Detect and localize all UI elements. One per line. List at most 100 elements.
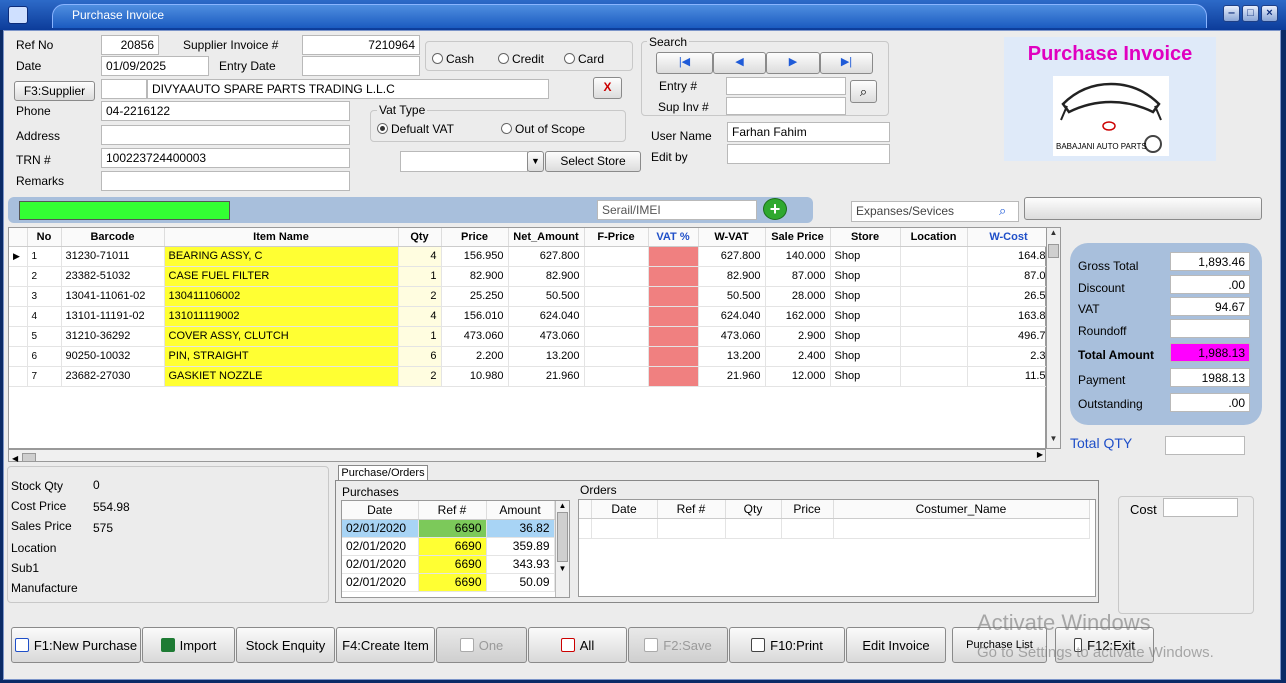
cell-vat-[interactable] bbox=[648, 326, 699, 347]
cell-w-vat[interactable]: 473.060 bbox=[698, 326, 766, 347]
supplier-name-field[interactable]: DIVYAAUTO SPARE PARTS TRADING L.L.C bbox=[147, 79, 549, 99]
cell-net-amount[interactable]: 50.500 bbox=[508, 286, 585, 307]
edit-invoice-button[interactable]: Edit Invoice bbox=[846, 627, 946, 663]
column-header[interactable]: Qty bbox=[398, 228, 442, 247]
cell-qty[interactable]: 6 bbox=[398, 346, 442, 367]
table-row[interactable]: 2 23382-51032 CASE FUEL FILTER 1 82.900 82.90… bbox=[9, 266, 1051, 287]
default-vat-radio[interactable]: Defualt VAT bbox=[377, 122, 454, 136]
cell-price[interactable]: 10.980 bbox=[441, 366, 509, 387]
cell-location[interactable] bbox=[900, 306, 968, 327]
cell-w-vat[interactable]: 13.200 bbox=[698, 346, 766, 367]
column-header[interactable]: No bbox=[27, 228, 62, 247]
column-header[interactable]: W-VAT bbox=[698, 228, 766, 247]
cell-barcode[interactable]: 23382-51032 bbox=[61, 266, 165, 287]
grid-vertical-scrollbar[interactable]: ▲ ▼ bbox=[1046, 227, 1061, 449]
row-selector[interactable] bbox=[9, 366, 28, 387]
purchases-cell[interactable]: 6690 bbox=[418, 573, 487, 592]
cell-price[interactable]: 156.950 bbox=[441, 246, 509, 267]
cell-price[interactable]: 2.200 bbox=[441, 346, 509, 367]
purchases-cell[interactable]: 6690 bbox=[418, 519, 487, 538]
cell-sale-price[interactable]: 28.000 bbox=[765, 286, 831, 307]
first-record-icon[interactable]: |◀ bbox=[656, 52, 713, 74]
cell-store[interactable]: Shop bbox=[830, 346, 901, 367]
scroll-right-icon[interactable]: ▶ bbox=[1037, 450, 1043, 459]
total-qty-field[interactable] bbox=[1165, 436, 1245, 455]
purchases-row[interactable]: 02/01/2020 6690 50.09 bbox=[342, 573, 555, 592]
table-row[interactable]: 4 13101-11191-02 131011119002 4 156.010 624.0… bbox=[9, 306, 1051, 327]
minimize-icon[interactable]: ‒ bbox=[1223, 5, 1240, 22]
column-header[interactable]: W-Cost bbox=[967, 228, 1051, 247]
items-grid[interactable]: No Barcode Item Name Qty Price Net_Amount F-Pr… bbox=[8, 227, 1051, 449]
roundoff-field[interactable] bbox=[1170, 319, 1250, 338]
purchases-cell[interactable]: 6690 bbox=[418, 555, 487, 574]
previous-record-icon[interactable]: ◀ bbox=[713, 52, 766, 74]
cell-price[interactable]: 473.060 bbox=[441, 326, 509, 347]
cell-w-cost[interactable]: 496.7 bbox=[967, 326, 1051, 347]
orders-grid[interactable]: Date Ref # Qty Price Costumer_Name bbox=[578, 499, 1096, 597]
row-selector[interactable] bbox=[9, 326, 28, 347]
phone-field[interactable]: 04-2216122 bbox=[101, 101, 350, 121]
purchases-cell[interactable]: 50.09 bbox=[486, 573, 555, 592]
column-header[interactable]: VAT % bbox=[648, 228, 699, 247]
cell-price[interactable]: 156.010 bbox=[441, 306, 509, 327]
out-of-scope-radio[interactable]: Out of Scope bbox=[501, 122, 585, 136]
cell-w-cost[interactable]: 163.8 bbox=[967, 306, 1051, 327]
column-header[interactable]: Location bbox=[900, 228, 968, 247]
column-header[interactable]: Barcode bbox=[61, 228, 165, 247]
column-header[interactable]: Item Name bbox=[164, 228, 399, 247]
cell-barcode[interactable]: 31210-36292 bbox=[61, 326, 165, 347]
purchases-row[interactable]: 02/01/2020 6690 343.93 bbox=[342, 555, 555, 574]
scroll-thumb[interactable] bbox=[1048, 244, 1059, 258]
purchases-column-header[interactable]: Amount bbox=[486, 501, 555, 520]
purchases-cell[interactable]: 02/01/2020 bbox=[342, 573, 419, 592]
clear-supplier-button[interactable]: X bbox=[593, 77, 622, 99]
expenses-field[interactable]: Expanses/Sevices bbox=[851, 201, 1019, 222]
purchases-cell[interactable]: 6690 bbox=[418, 537, 487, 556]
cell-store[interactable]: Shop bbox=[830, 366, 901, 387]
hscroll-thumb[interactable] bbox=[21, 453, 36, 462]
cell-f-price[interactable] bbox=[584, 246, 649, 267]
cell-f-price[interactable] bbox=[584, 346, 649, 367]
payment-field[interactable]: 1988.13 bbox=[1170, 368, 1250, 387]
column-header[interactable]: Price bbox=[441, 228, 509, 247]
row-selector[interactable] bbox=[9, 346, 28, 367]
column-header[interactable]: F-Price bbox=[584, 228, 649, 247]
table-row[interactable]: ▶ 1 31230-71011 BEARING ASSY, C 4 156.950 627.… bbox=[9, 246, 1051, 267]
maximize-icon[interactable]: □ bbox=[1242, 5, 1259, 22]
purchases-cell[interactable]: 36.82 bbox=[486, 519, 555, 538]
add-item-icon[interactable]: + bbox=[763, 198, 787, 220]
cell-item-name[interactable]: CASE FUEL FILTER bbox=[164, 266, 399, 287]
last-record-icon[interactable]: ▶| bbox=[820, 52, 873, 74]
cell-location[interactable] bbox=[900, 286, 968, 307]
purchases-scroll-thumb[interactable] bbox=[557, 512, 568, 562]
cell-no[interactable]: 4 bbox=[27, 306, 62, 327]
purchases-column-header[interactable]: Date bbox=[342, 501, 419, 520]
cell-item-name[interactable]: 131011119002 bbox=[164, 306, 399, 327]
cell-sale-price[interactable]: 2.400 bbox=[765, 346, 831, 367]
cell-net-amount[interactable]: 624.040 bbox=[508, 306, 585, 327]
cell-item-name[interactable]: BEARING ASSY, C bbox=[164, 246, 399, 267]
cell-no[interactable]: 5 bbox=[27, 326, 62, 347]
cell-qty[interactable]: 4 bbox=[398, 246, 442, 267]
card-radio[interactable]: Card bbox=[564, 52, 604, 66]
ref-no-field[interactable]: 20856 bbox=[101, 35, 159, 55]
cell-net-amount[interactable]: 473.060 bbox=[508, 326, 585, 347]
entry-date-field[interactable] bbox=[302, 56, 420, 76]
cell-barcode[interactable]: 90250-10032 bbox=[61, 346, 165, 367]
cell-w-vat[interactable]: 82.900 bbox=[698, 266, 766, 287]
cell-f-price[interactable] bbox=[584, 366, 649, 387]
cell-f-price[interactable] bbox=[584, 266, 649, 287]
cell-vat-[interactable] bbox=[648, 306, 699, 327]
cell-net-amount[interactable]: 627.800 bbox=[508, 246, 585, 267]
cell-f-price[interactable] bbox=[584, 326, 649, 347]
one-button[interactable]: One bbox=[436, 627, 527, 663]
purchases-cell[interactable]: 02/01/2020 bbox=[342, 537, 419, 556]
purchases-cell[interactable]: 02/01/2020 bbox=[342, 519, 419, 538]
sup-inv-search-field[interactable] bbox=[726, 97, 846, 115]
cell-vat-[interactable] bbox=[648, 286, 699, 307]
cell-store[interactable]: Shop bbox=[830, 246, 901, 267]
cell-qty[interactable]: 1 bbox=[398, 326, 442, 347]
cell-sale-price[interactable]: 162.000 bbox=[765, 306, 831, 327]
cell-sale-price[interactable]: 140.000 bbox=[765, 246, 831, 267]
outstanding-field[interactable]: .00 bbox=[1170, 393, 1250, 412]
